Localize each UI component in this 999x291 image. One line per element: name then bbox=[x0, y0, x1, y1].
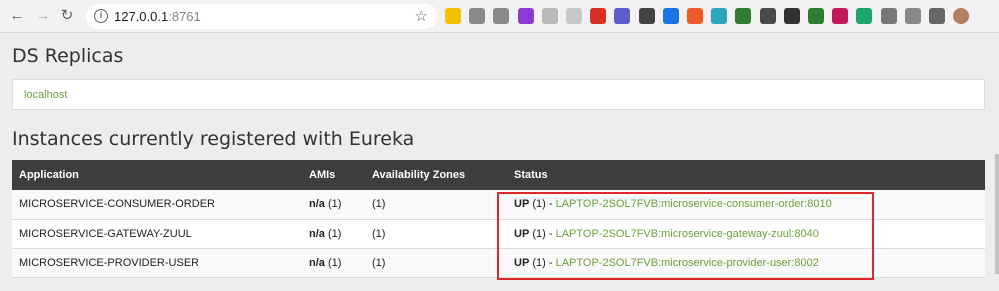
application-cell: MICROSERVICE-PROVIDER-USER bbox=[19, 256, 200, 269]
replica-link[interactable]: localhost bbox=[24, 89, 67, 101]
ext-21-icon[interactable] bbox=[929, 8, 945, 24]
replicas-heading: DS Replicas bbox=[12, 45, 124, 67]
ext-14-icon[interactable] bbox=[759, 8, 776, 24]
ext-4-icon[interactable] bbox=[517, 8, 534, 24]
back-icon[interactable]: ← bbox=[8, 7, 26, 25]
column-header-status: Status bbox=[514, 169, 548, 181]
ext-2-icon[interactable] bbox=[469, 8, 486, 24]
reload-icon[interactable]: ↻ bbox=[58, 7, 76, 25]
annotation-highlight-box bbox=[497, 192, 874, 280]
table-header-row: Application AMIs Availability Zones Stat… bbox=[12, 160, 985, 190]
ext-8-icon[interactable] bbox=[614, 8, 631, 24]
zones-cell: (1) bbox=[372, 227, 386, 240]
ext-12-icon[interactable] bbox=[711, 8, 728, 24]
ext-18-icon[interactable] bbox=[856, 8, 873, 24]
zones-cell: (1) bbox=[372, 256, 386, 269]
ext-1-icon[interactable] bbox=[445, 8, 461, 24]
ext-9-icon[interactable] bbox=[638, 8, 655, 24]
ext-6-icon[interactable] bbox=[566, 8, 582, 24]
ext-11-icon[interactable] bbox=[687, 8, 703, 24]
application-cell: MICROSERVICE-GATEWAY-ZUUL bbox=[19, 227, 192, 240]
info-icon[interactable]: i bbox=[94, 9, 108, 23]
scrollbar[interactable] bbox=[995, 154, 999, 274]
ext-19-icon[interactable] bbox=[880, 8, 897, 24]
browser-toolbar: ← → ↻ i 127.0.0.1:8761 ☆ bbox=[0, 0, 999, 33]
ext-5-icon[interactable] bbox=[541, 8, 558, 24]
url-text: 127.0.0.1:8761 bbox=[114, 9, 201, 24]
column-header-zones: Availability Zones bbox=[372, 169, 466, 181]
ext-15-icon[interactable] bbox=[783, 8, 800, 24]
ext-3-icon[interactable] bbox=[493, 8, 510, 24]
bookmark-star-icon[interactable]: ☆ bbox=[415, 7, 428, 25]
ext-20-icon[interactable] bbox=[904, 8, 921, 24]
column-header-amis: AMIs bbox=[309, 169, 336, 181]
ext-13-icon[interactable] bbox=[735, 8, 752, 24]
ext-16-icon[interactable] bbox=[808, 8, 824, 24]
ext-17-icon[interactable] bbox=[832, 8, 849, 24]
column-header-application: Application bbox=[19, 169, 79, 181]
application-cell: MICROSERVICE-CONSUMER-ORDER bbox=[19, 198, 215, 211]
page-content: DS Replicas localhost Instances currentl… bbox=[0, 34, 999, 291]
zones-cell: (1) bbox=[372, 198, 386, 211]
ext-10-icon[interactable] bbox=[662, 8, 679, 24]
forward-icon[interactable]: → bbox=[34, 7, 52, 25]
ext-22-icon[interactable] bbox=[953, 8, 970, 24]
instances-heading: Instances currently registered with Eure… bbox=[12, 128, 415, 150]
amis-cell: n/a (1) bbox=[309, 198, 342, 211]
address-bar[interactable]: i 127.0.0.1:8761 ☆ bbox=[86, 4, 438, 29]
amis-cell: n/a (1) bbox=[309, 256, 342, 269]
amis-cell: n/a (1) bbox=[309, 227, 342, 240]
replicas-box: localhost bbox=[12, 79, 985, 110]
ext-7-icon[interactable] bbox=[590, 8, 607, 24]
